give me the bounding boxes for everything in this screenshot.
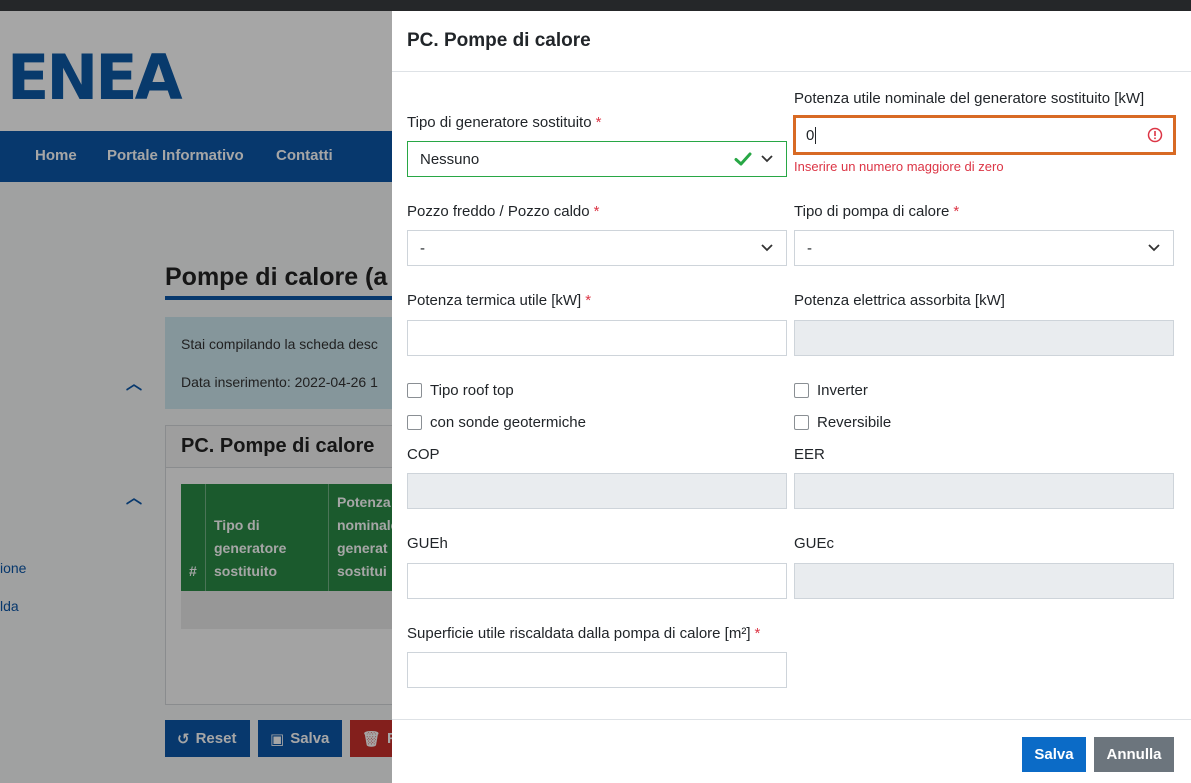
cop-label: COP [407, 446, 440, 463]
modal-dialog: PC. Pompe di calore Tipo di generatore s… [392, 11, 1191, 783]
sonde-checkbox[interactable] [407, 415, 422, 430]
roof-top-label[interactable]: Tipo roof top [430, 382, 514, 399]
roof-top-checkbox[interactable] [407, 383, 422, 398]
chevron-down-icon [761, 244, 773, 252]
potenza-elettrica-input [794, 320, 1174, 356]
sonde-label[interactable]: con sonde geotermiche [430, 414, 586, 431]
save-button[interactable]: Salva [1022, 737, 1086, 772]
eer-label: EER [794, 446, 825, 463]
inverter-label[interactable]: Inverter [817, 382, 868, 399]
eer-input [794, 473, 1174, 509]
modal-footer: Salva Annulla [392, 719, 1191, 783]
error-icon [1147, 127, 1163, 143]
potenza-termica-input[interactable] [407, 320, 787, 356]
chevron-down-icon [1148, 244, 1160, 252]
check-icon [734, 152, 752, 166]
superficie-label: Superficie utile riscaldata dalla pompa … [407, 625, 761, 642]
reversibile-checkbox[interactable] [794, 415, 809, 430]
reversibile-label[interactable]: Reversibile [817, 414, 891, 431]
tipo-pompa-select[interactable]: - [794, 230, 1174, 266]
text-cursor [815, 126, 817, 144]
modal-title: PC. Pompe di calore [407, 30, 591, 51]
modal-header: PC. Pompe di calore [392, 11, 1191, 72]
guec-input [794, 563, 1174, 599]
potenza-generatore-input[interactable]: 0 [793, 115, 1176, 155]
chevron-down-icon [761, 155, 773, 163]
cancel-button[interactable]: Annulla [1094, 737, 1174, 772]
pozzo-label: Pozzo freddo / Pozzo caldo * [407, 203, 600, 220]
potenza-termica-label: Potenza termica utile [kW] * [407, 292, 592, 309]
potenza-generatore-label: Potenza utile nominale del generatore so… [794, 90, 1145, 107]
potenza-elettrica-label: Potenza elettrica assorbita [kW] [794, 292, 1005, 309]
pozzo-select[interactable]: - [407, 230, 787, 266]
generatore-tipo-select[interactable]: Nessuno [407, 141, 787, 177]
potenza-generatore-error: Inserire un numero maggiore di zero [794, 159, 1004, 174]
inverter-checkbox[interactable] [794, 383, 809, 398]
gueh-label: GUEh [407, 535, 448, 552]
tipo-pompa-label: Tipo di pompa di calore * [794, 203, 960, 220]
superficie-input[interactable] [407, 652, 787, 688]
cop-input [407, 473, 787, 509]
generatore-tipo-label: Tipo di generatore sostituito * [407, 114, 602, 131]
guec-label: GUEc [794, 535, 835, 552]
gueh-input[interactable] [407, 563, 787, 599]
